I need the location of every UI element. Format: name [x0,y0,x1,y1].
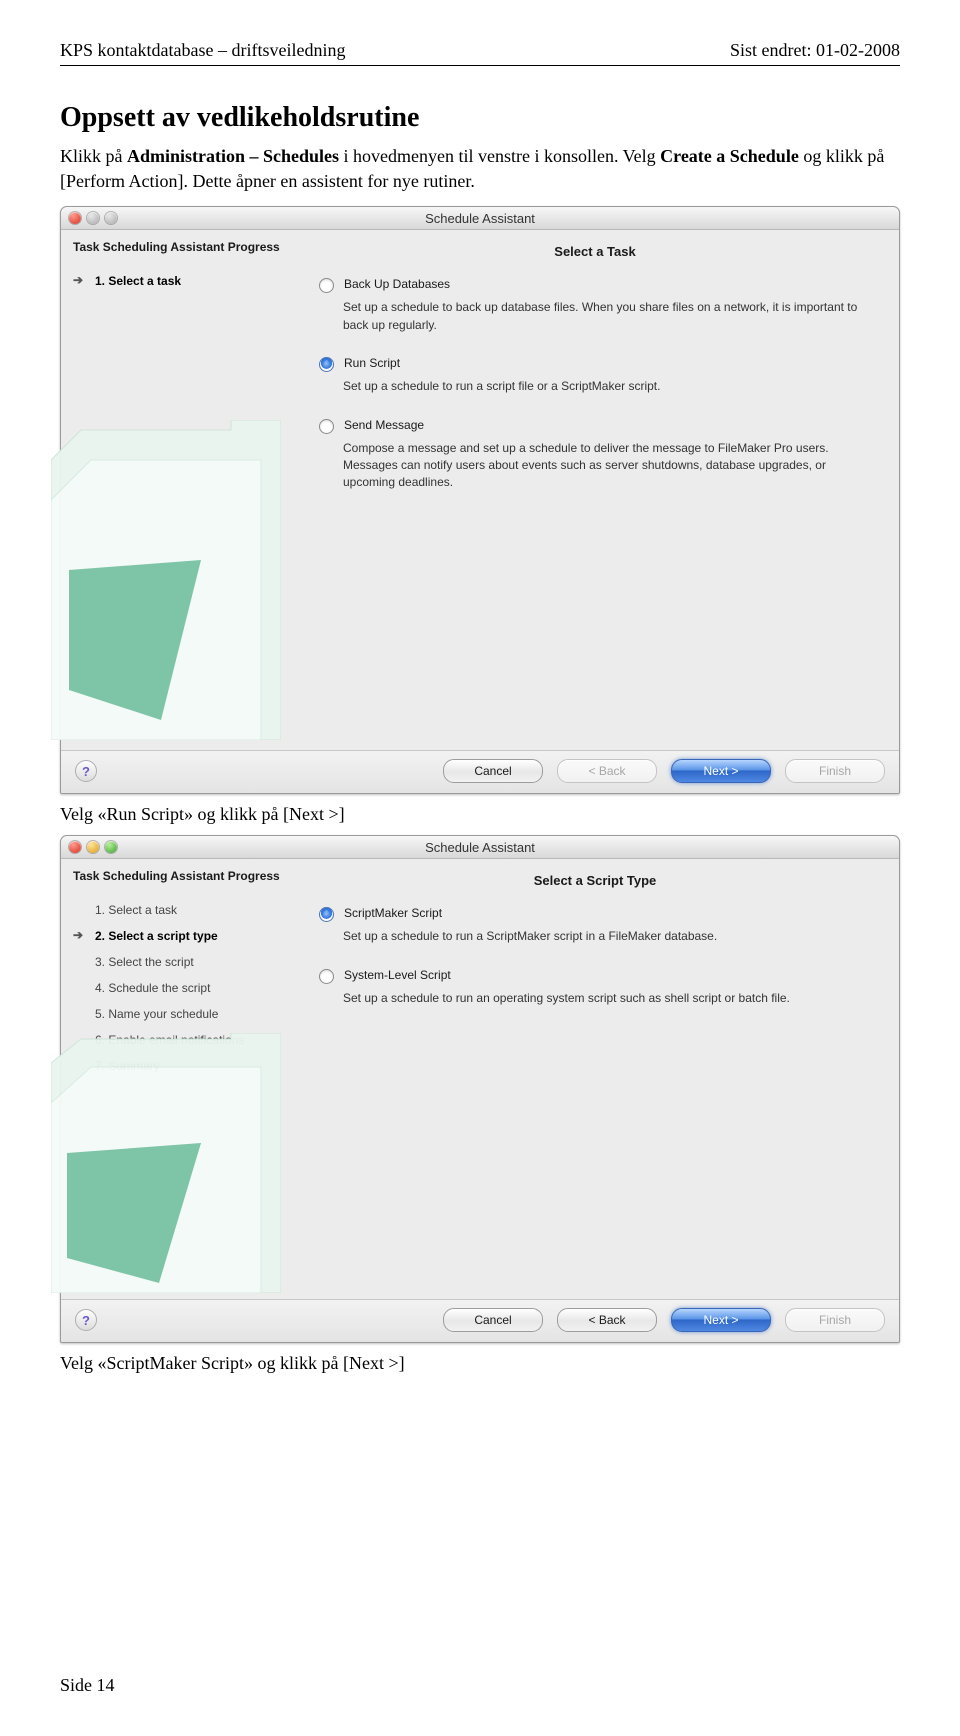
radio-icon[interactable] [319,419,334,434]
radio-icon[interactable] [319,278,334,293]
text-bold: Administration – Schedules [127,146,339,166]
step-label: 5. Name your schedule [95,1007,218,1021]
step-label: 6. Enable email notifications [95,1033,244,1047]
schedule-assistant-dialog-1: Schedule Assistant Task Scheduling Assis… [60,206,900,794]
sidebar: Task Scheduling Assistant Progress 1. Se… [61,859,291,1299]
step-item: 6. Enable email notifications [73,1027,281,1053]
intro-paragraph: Klikk på Administration – Schedules i ho… [60,144,900,194]
header-right: Sist endret: 01-02-2008 [730,40,900,61]
text: i hovedmenyen til venstre i konsollen. V… [339,146,660,166]
step-label: 1. Select a task [95,903,177,917]
finish-button[interactable]: Finish [785,759,885,783]
option-send-message[interactable]: Send Message [319,418,875,434]
step-label: 1. Select a task [95,274,181,288]
next-button[interactable]: Next > [671,1308,771,1332]
option-label: ScriptMaker Script [344,906,442,920]
window-title: Schedule Assistant [61,211,899,226]
option-system-level-script[interactable]: System-Level Script [319,968,875,984]
option-label: System-Level Script [344,968,451,982]
finish-button[interactable]: Finish [785,1308,885,1332]
option-label: Run Script [344,356,400,370]
option-description: Compose a message and set up a schedule … [343,440,863,492]
sidebar-title: Task Scheduling Assistant Progress [73,240,281,254]
sidebar-title: Task Scheduling Assistant Progress [73,869,281,883]
caption-1: Velg «Run Script» og klikk på [Next >] [60,804,900,825]
section-heading: Oppsett av vedlikeholdsrutine [60,102,900,134]
caption-2: Velg «ScriptMaker Script» og klikk på [N… [60,1353,900,1374]
step-item: 7. Summary [73,1053,281,1079]
titlebar: Schedule Assistant [61,836,899,859]
option-backup-databases[interactable]: Back Up Databases [319,277,875,293]
step-label: 4. Schedule the script [95,981,210,995]
text-bold: Create a Schedule [660,146,799,166]
option-description: Set up a schedule to run a ScriptMaker s… [343,928,863,945]
back-button[interactable]: < Back [557,759,657,783]
step-item: 2. Select a script type [73,923,281,949]
step-label: 2. Select a script type [95,929,218,943]
sidebar: Task Scheduling Assistant Progress 1. Se… [61,230,291,750]
option-label: Back Up Databases [344,277,450,291]
titlebar: Schedule Assistant [61,207,899,230]
cancel-button[interactable]: Cancel [443,759,543,783]
step-item: 5. Name your schedule [73,1001,281,1027]
button-bar: ? Cancel < Back Next > Finish [61,1299,899,1342]
window-title: Schedule Assistant [61,840,899,855]
help-button[interactable]: ? [75,1309,97,1331]
main-pane: Select a Script Type ScriptMaker Script … [291,859,899,1299]
step-item: 3. Select the script [73,949,281,975]
radio-icon[interactable] [319,969,334,984]
back-button[interactable]: < Back [557,1308,657,1332]
option-description: Set up a schedule to back up database fi… [343,299,863,334]
page-footer: Side 14 [60,1675,115,1696]
page-header: KPS kontaktdatabase – driftsveiledning S… [60,40,900,66]
step-label: 7. Summary [95,1059,160,1073]
help-button[interactable]: ? [75,760,97,782]
option-description: Set up a schedule to run a script file o… [343,378,863,395]
step-item: 1. Select a task [73,268,281,294]
step-label: 3. Select the script [95,955,194,969]
radio-icon[interactable] [319,907,334,922]
cancel-button[interactable]: Cancel [443,1308,543,1332]
next-button[interactable]: Next > [671,759,771,783]
text: Klikk på [60,146,127,166]
step-item: 1. Select a task [73,897,281,923]
button-bar: ? Cancel < Back Next > Finish [61,750,899,793]
folder-illustration-icon [51,420,281,740]
main-pane: Select a Task Back Up Databases Set up a… [291,230,899,750]
step-item: 4. Schedule the script [73,975,281,1001]
pane-title: Select a Script Type [315,873,875,888]
option-scriptmaker-script[interactable]: ScriptMaker Script [319,906,875,922]
radio-icon[interactable] [319,357,334,372]
schedule-assistant-dialog-2: Schedule Assistant Task Scheduling Assis… [60,835,900,1343]
option-run-script[interactable]: Run Script [319,356,875,372]
option-description: Set up a schedule to run an operating sy… [343,990,863,1007]
header-left: KPS kontaktdatabase – driftsveiledning [60,40,345,61]
pane-title: Select a Task [315,244,875,259]
option-label: Send Message [344,418,424,432]
